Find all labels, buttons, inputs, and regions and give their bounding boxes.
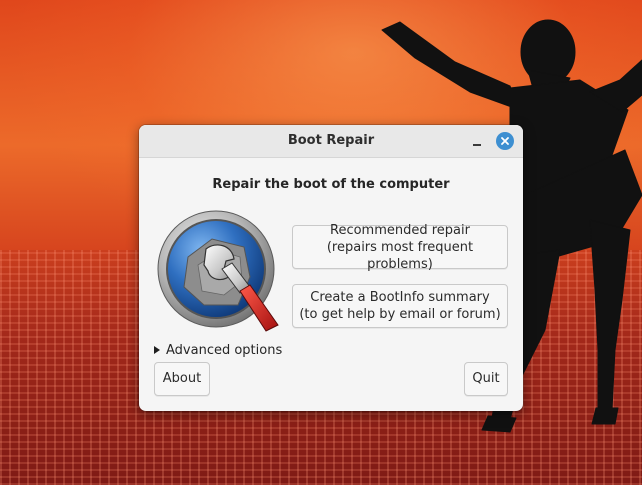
- boot-repair-wrench-logo: [157, 210, 279, 332]
- close-icon[interactable]: [496, 132, 514, 150]
- about-button[interactable]: About: [154, 362, 210, 396]
- boot-repair-dialog: Boot Repair Repair the boot of the compu…: [139, 125, 523, 411]
- window-title: Boot Repair: [287, 133, 375, 148]
- recommended-repair-title: Recommended repair: [330, 222, 470, 238]
- advanced-options-expander[interactable]: Advanced options: [154, 341, 282, 359]
- recommended-repair-button[interactable]: Recommended repair (repairs most frequen…: [292, 222, 508, 272]
- bootinfo-summary-subtitle: (to get help by email or forum): [299, 307, 501, 322]
- recommended-repair-subtitle: (repairs most frequent problems): [326, 239, 474, 272]
- titlebar: Boot Repair: [139, 125, 523, 158]
- advanced-options-label: Advanced options: [166, 342, 283, 358]
- bootinfo-summary-button[interactable]: Create a BootInfo summary (to get help b…: [292, 284, 508, 328]
- expander-arrow-icon: [154, 346, 160, 354]
- minimize-icon[interactable]: [469, 133, 485, 149]
- quit-button[interactable]: Quit: [464, 362, 508, 396]
- bootinfo-summary-title: Create a BootInfo summary: [310, 290, 490, 305]
- dialog-heading: Repair the boot of the computer: [212, 177, 450, 192]
